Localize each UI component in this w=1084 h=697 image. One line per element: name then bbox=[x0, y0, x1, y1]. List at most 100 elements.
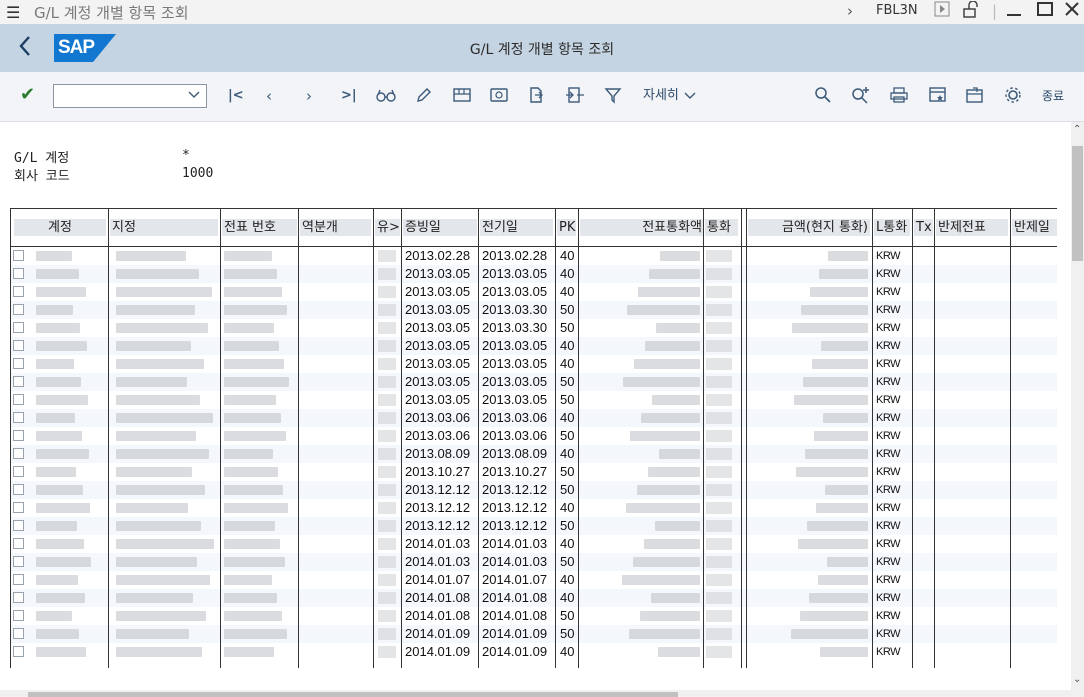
glasses-icon[interactable] bbox=[376, 86, 396, 109]
maximize-icon[interactable] bbox=[1037, 1, 1053, 21]
column-header-reversal[interactable]: 역분개 bbox=[300, 219, 371, 236]
column-header-clearing-date[interactable]: 반제일 bbox=[1012, 219, 1057, 236]
table-row[interactable]: 2014.01.08 2014.01.08 40 KRW bbox=[10, 589, 1057, 607]
check-icon[interactable]: ✔ bbox=[20, 85, 35, 105]
search-icon[interactable] bbox=[814, 86, 832, 109]
row-select-checkbox[interactable] bbox=[13, 556, 24, 567]
table-row[interactable]: 2014.01.03 2014.01.03 50 KRW bbox=[10, 553, 1057, 571]
row-select-checkbox[interactable] bbox=[13, 574, 24, 585]
table-row[interactable]: 2013.03.05 2013.03.05 40 KRW bbox=[10, 337, 1057, 355]
row-select-checkbox[interactable] bbox=[13, 340, 24, 351]
table-row[interactable]: 2013.03.06 2013.03.06 50 KRW bbox=[10, 427, 1057, 445]
row-select-checkbox[interactable] bbox=[13, 538, 24, 549]
export-icon[interactable] bbox=[527, 86, 545, 109]
table-row[interactable]: 2013.12.12 2013.12.12 50 KRW bbox=[10, 481, 1057, 499]
play-icon[interactable] bbox=[934, 1, 950, 21]
row-select-checkbox[interactable] bbox=[13, 394, 24, 405]
column-header-document-number[interactable]: 전표 번호 bbox=[222, 219, 297, 236]
table-row[interactable]: 2014.01.03 2014.01.03 40 KRW bbox=[10, 535, 1057, 553]
table-row[interactable]: 2013.03.05 2013.03.30 50 KRW bbox=[10, 319, 1057, 337]
table-row[interactable]: 2013.12.12 2013.12.12 40 KRW bbox=[10, 499, 1057, 517]
posting-date-cell: 2013.08.09 bbox=[482, 446, 548, 461]
exit-button[interactable]: 종료 bbox=[1042, 86, 1064, 106]
filter-icon[interactable] bbox=[604, 86, 622, 109]
row-select-checkbox[interactable] bbox=[13, 268, 24, 279]
table-row[interactable]: 2013.03.05 2013.03.05 50 KRW bbox=[10, 391, 1057, 409]
chevron-right-icon[interactable]: › bbox=[847, 2, 853, 20]
row-select-checkbox[interactable] bbox=[13, 322, 24, 333]
row-select-checkbox[interactable] bbox=[13, 430, 24, 441]
scroll-up-icon[interactable]: ⌃ bbox=[1073, 124, 1081, 135]
row-select-checkbox[interactable] bbox=[13, 520, 24, 531]
chevron-down-icon bbox=[684, 92, 696, 99]
first-page-icon[interactable]: |< bbox=[228, 86, 244, 106]
table-row[interactable]: 2014.01.08 2014.01.08 50 KRW bbox=[10, 607, 1057, 625]
column-header-local-currency[interactable]: L통화 bbox=[874, 219, 910, 236]
column-header-posting-date[interactable]: 전기일 bbox=[480, 219, 553, 236]
row-select-checkbox[interactable] bbox=[13, 250, 24, 261]
row-select-checkbox[interactable] bbox=[13, 412, 24, 423]
chevron-down-icon[interactable] bbox=[187, 87, 201, 107]
row-select-checkbox[interactable] bbox=[13, 646, 24, 657]
row-select-checkbox[interactable] bbox=[13, 484, 24, 495]
table-row[interactable]: 2013.08.09 2013.08.09 40 KRW bbox=[10, 445, 1057, 463]
row-select-checkbox[interactable] bbox=[13, 376, 24, 387]
table-row[interactable]: 2013.03.05 2013.03.05 40 KRW bbox=[10, 265, 1057, 283]
horizontal-scroll-thumb[interactable] bbox=[28, 692, 678, 697]
layout-icon[interactable] bbox=[452, 86, 472, 109]
table-row[interactable]: 2013.03.05 2013.03.05 40 KRW bbox=[10, 355, 1057, 373]
table-row[interactable]: 2013.10.27 2013.10.27 50 KRW bbox=[10, 463, 1057, 481]
table-row[interactable]: 2014.01.09 2014.01.09 40 KRW bbox=[10, 643, 1057, 661]
table-row[interactable]: 2013.12.12 2013.12.12 50 KRW bbox=[10, 517, 1057, 535]
column-header-currency[interactable]: 통화 bbox=[705, 219, 738, 236]
column-header-tax[interactable]: Tx bbox=[914, 219, 933, 236]
subwindow-icon[interactable] bbox=[965, 86, 985, 109]
transfer-icon[interactable] bbox=[565, 86, 585, 109]
close-icon[interactable] bbox=[1064, 1, 1080, 21]
row-select-checkbox[interactable] bbox=[13, 466, 24, 477]
details-button[interactable]: 자세히 bbox=[643, 86, 697, 106]
pencil-icon[interactable] bbox=[415, 86, 433, 109]
row-select-checkbox[interactable] bbox=[13, 448, 24, 459]
column-header-posting-key[interactable]: PK bbox=[557, 219, 576, 236]
column-header-assignment[interactable]: 지정 bbox=[110, 219, 218, 236]
column-header-document-date[interactable]: 증빙일 bbox=[403, 219, 477, 236]
row-select-checkbox[interactable] bbox=[13, 286, 24, 297]
row-select-checkbox[interactable] bbox=[13, 358, 24, 369]
table-row[interactable]: 2013.03.05 2013.03.05 50 KRW bbox=[10, 373, 1057, 391]
unlock-icon[interactable] bbox=[962, 0, 980, 22]
redacted-type bbox=[378, 484, 396, 496]
scroll-down-icon[interactable]: ⌄ bbox=[1073, 674, 1081, 685]
table-row[interactable]: 2013.03.05 2013.03.30 50 KRW bbox=[10, 301, 1057, 319]
search-next-icon[interactable] bbox=[851, 86, 871, 109]
horizontal-scrollbar[interactable] bbox=[0, 690, 1084, 697]
column-header-local-amount[interactable]: 금액(현지 통화) bbox=[748, 219, 870, 236]
table-row[interactable]: 2014.01.07 2014.01.07 40 KRW bbox=[10, 571, 1057, 589]
row-select-checkbox[interactable] bbox=[13, 592, 24, 603]
command-field[interactable] bbox=[53, 84, 207, 108]
redacted-document-number bbox=[224, 557, 285, 567]
prev-page-icon[interactable]: ‹ bbox=[266, 86, 272, 106]
money-icon[interactable] bbox=[489, 86, 509, 109]
column-header-type[interactable]: 유> bbox=[375, 219, 400, 236]
row-select-checkbox[interactable] bbox=[13, 502, 24, 513]
vertical-scrollbar[interactable]: ⌃ ⌄ bbox=[1071, 122, 1084, 690]
column-header-account[interactable]: 계정 bbox=[14, 219, 106, 236]
next-page-icon[interactable]: › bbox=[306, 86, 312, 106]
row-select-checkbox[interactable] bbox=[13, 610, 24, 621]
column-header-clearing-doc[interactable]: 반제전표 bbox=[936, 219, 1008, 236]
table-row[interactable]: 2014.01.09 2014.01.09 50 KRW bbox=[10, 625, 1057, 643]
table-row[interactable]: 2013.02.28 2013.02.28 40 KRW bbox=[10, 247, 1057, 265]
menu-icon[interactable]: ☰ bbox=[6, 3, 20, 22]
minimize-icon[interactable] bbox=[1006, 0, 1022, 24]
table-row[interactable]: 2013.03.05 2013.03.05 40 KRW bbox=[10, 283, 1057, 301]
table-row[interactable]: 2013.03.06 2013.03.06 40 KRW bbox=[10, 409, 1057, 427]
print-icon[interactable] bbox=[889, 86, 909, 109]
column-header-doc-currency-amount[interactable]: 전표통화액 bbox=[580, 219, 704, 236]
settings-icon[interactable] bbox=[1004, 86, 1022, 109]
last-page-icon[interactable]: >| bbox=[341, 86, 357, 106]
vertical-scroll-thumb[interactable] bbox=[1072, 146, 1083, 261]
layout-save-icon[interactable] bbox=[928, 86, 948, 109]
row-select-checkbox[interactable] bbox=[13, 304, 24, 315]
row-select-checkbox[interactable] bbox=[13, 628, 24, 639]
